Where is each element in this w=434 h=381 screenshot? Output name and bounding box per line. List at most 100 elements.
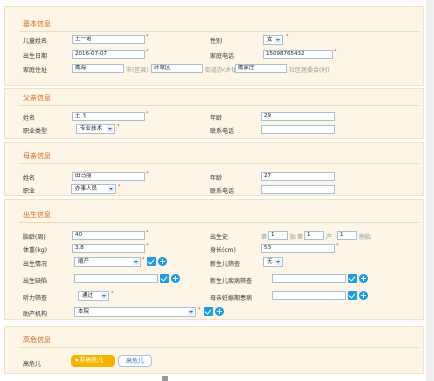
father-name-input[interactable]: 王飞: [72, 112, 145, 121]
birth-history-c-input[interactable]: 1: [337, 231, 357, 240]
section-title-birth: 出生信息: [23, 211, 51, 219]
newborn-screening-value: 无: [267, 259, 273, 265]
section-divider: [19, 31, 419, 32]
child-name-label: 儿童姓名: [23, 38, 48, 45]
child-name-input[interactable]: 王一诺: [72, 35, 145, 44]
high-risk-chip[interactable]: 高危儿: [118, 355, 152, 367]
gestational-age-input[interactable]: 40: [72, 231, 145, 240]
length-input[interactable]: 53: [261, 244, 335, 253]
gender-label: 性别: [210, 38, 223, 45]
chevron-down-icon: [275, 259, 281, 265]
birth-date-label: 出生日期: [23, 53, 48, 60]
birth-defect-input[interactable]: [74, 274, 158, 283]
mother-age-label: 年龄: [210, 175, 223, 182]
high-risk-label: 高危儿: [23, 361, 42, 368]
scroll-grip-handle[interactable]: [162, 376, 168, 381]
non-high-risk-chip-label: 非高危儿: [79, 357, 104, 364]
section-divider: [19, 105, 419, 106]
section-title-mother: 母亲信息: [23, 152, 51, 160]
add-plus-icon[interactable]: [215, 307, 224, 316]
district-input[interactable]: 环翠区: [151, 64, 203, 73]
birth-date-input[interactable]: 2016-07-07: [72, 50, 145, 59]
required-mark: *: [142, 257, 145, 263]
section-divider: [19, 347, 419, 348]
required-mark: *: [146, 111, 149, 117]
confirm-check-icon[interactable]: [147, 257, 156, 266]
newborn-screening-label: 新生儿筛查: [210, 261, 241, 268]
birth-history-p-input[interactable]: 1: [304, 231, 324, 240]
mother-phone-input[interactable]: [261, 185, 335, 194]
father-info-panel: 父亲信息 姓名 王飞 * 年龄 29 职业类型 专业技术 * 联系电话: [4, 88, 424, 139]
mother-disease-label: 母亲妊娠期患病: [210, 295, 253, 302]
section-divider: [19, 163, 419, 164]
confirm-check-icon[interactable]: [204, 307, 213, 316]
chevron-down-icon: [107, 126, 113, 132]
community-suffix: 社区居委会(村): [289, 67, 330, 74]
delivery-agency-select[interactable]: 本院: [74, 307, 196, 317]
community-input[interactable]: 威家庄: [235, 64, 287, 73]
chevron-down-icon: [275, 37, 281, 43]
birth-situation-select[interactable]: 顺产: [74, 257, 141, 267]
add-plus-icon[interactable]: [171, 274, 180, 283]
birth-history-p-unit: 产: [326, 234, 333, 241]
mother-occupation-value: 办事人员: [75, 186, 98, 192]
father-occupation-select[interactable]: 专业技术: [76, 124, 115, 134]
chevron-down-icon: [101, 293, 107, 299]
weight-label: 体重(kg): [23, 247, 47, 254]
city-suffix: 市(区县): [126, 67, 149, 74]
birth-info-panel: 出生信息 胎龄(周) 40 * 出生史 第 1 胎 第 1 产 1 胞胎 体重(…: [4, 199, 424, 320]
mother-occupation-select[interactable]: 办事人员: [71, 184, 116, 194]
required-mark: *: [286, 34, 289, 40]
required-mark: *: [146, 243, 149, 249]
confirm-check-icon[interactable]: [160, 274, 169, 283]
birth-history-g-unit: 胎: [290, 234, 297, 241]
weight-input[interactable]: 3.8: [72, 244, 145, 253]
add-plus-icon[interactable]: [158, 257, 167, 266]
required-mark: *: [336, 243, 339, 249]
section-title-risk: 高危信息: [23, 336, 51, 344]
confirm-check-icon[interactable]: [348, 291, 357, 300]
birth-history-g-prefix: 第: [261, 234, 268, 241]
father-age-label: 年龄: [210, 115, 223, 122]
father-age-input[interactable]: 29: [261, 112, 335, 121]
chevron-down-icon: [188, 309, 194, 315]
father-occupation-value: 专业技术: [80, 126, 103, 132]
phone-input[interactable]: 15098765432: [263, 50, 333, 59]
mother-age-input[interactable]: 27: [261, 172, 335, 181]
address-label: 家庭住址: [23, 67, 48, 74]
delivery-agency-label: 助产机构: [23, 311, 48, 318]
hearing-screening-value: 通过: [82, 293, 94, 299]
vertical-scrollbar[interactable]: [426, 0, 434, 381]
father-phone-input[interactable]: [261, 125, 335, 134]
birth-history-label: 出生史: [210, 234, 229, 241]
required-mark: *: [146, 230, 149, 236]
section-title-basic: 基本信息: [23, 20, 51, 28]
birth-situation-label: 出生情况: [23, 261, 48, 268]
required-mark: *: [118, 184, 121, 190]
mother-phone-label: 联系电话: [210, 188, 235, 195]
birth-history-g-input[interactable]: 1: [268, 231, 288, 240]
add-plus-icon[interactable]: [359, 291, 368, 300]
father-name-label: 姓名: [23, 115, 36, 122]
mother-name-label: 姓名: [23, 175, 36, 182]
gender-select[interactable]: 女: [263, 35, 283, 45]
gender-value: 女: [267, 37, 273, 43]
mother-info-panel: 母亲信息 姓名 田马丽 * 年龄 27 职业 办事人员 * 联系电话: [4, 142, 424, 196]
city-input[interactable]: 威海: [72, 64, 124, 73]
confirm-check-icon[interactable]: [348, 274, 357, 283]
add-plus-icon[interactable]: [359, 274, 368, 283]
mother-disease-input[interactable]: [272, 291, 346, 300]
section-title-father: 父亲信息: [23, 94, 51, 102]
required-mark: *: [334, 49, 337, 55]
delivery-agency-value: 本院: [78, 309, 90, 315]
newborn-disease-input[interactable]: [272, 274, 346, 283]
required-mark: *: [117, 124, 120, 130]
form-page: 基本信息 儿童姓名 王一诺 * 性别 女 * 出生日期 2016-07-07 *…: [0, 0, 434, 381]
gestational-age-label: 胎龄(周): [23, 234, 46, 241]
hearing-screening-select[interactable]: 通过: [78, 291, 109, 301]
newborn-screening-select[interactable]: 无: [263, 257, 283, 267]
mother-name-input[interactable]: 田马丽: [72, 172, 145, 181]
mother-occupation-label: 职业: [23, 188, 36, 195]
non-high-risk-chip[interactable]: ★非高危儿: [71, 355, 115, 367]
father-phone-label: 联系电话: [210, 128, 235, 135]
